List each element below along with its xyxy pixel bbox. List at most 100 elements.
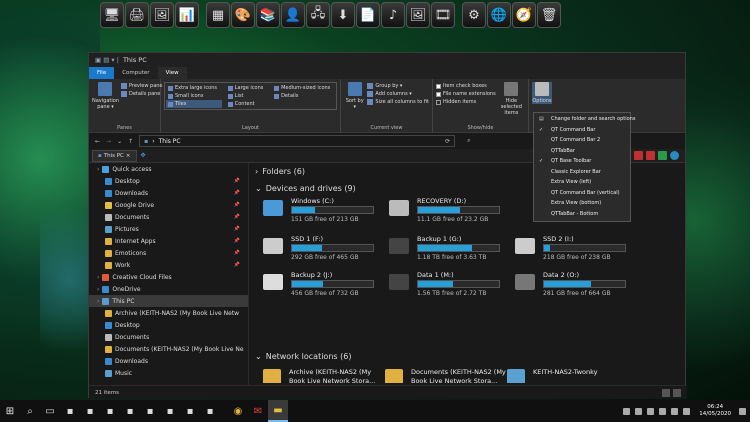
chevron-right-icon[interactable]: › bbox=[97, 286, 99, 293]
nav-item[interactable]: › Creative Cloud Files bbox=[89, 271, 248, 283]
chevron-right-icon[interactable]: › bbox=[97, 298, 99, 305]
layout-medium-icons[interactable]: Medium-sized icons bbox=[272, 84, 335, 92]
nav-item[interactable]: Downloads bbox=[89, 355, 248, 367]
nav-item[interactable]: Google Drive 📌 bbox=[89, 199, 248, 211]
drive-tile[interactable]: SSD 1 (F:) 292 GB free of 465 GB bbox=[263, 235, 383, 265]
app-icon-5[interactable]: ▪ bbox=[140, 400, 160, 422]
document-icon[interactable]: 📄 bbox=[356, 2, 380, 28]
volume-icon[interactable] bbox=[683, 407, 691, 415]
layout-tiles[interactable]: Tiles bbox=[166, 100, 222, 108]
nav-item[interactable]: Documents bbox=[89, 331, 248, 343]
archive-icon[interactable]: 📚 bbox=[256, 2, 280, 28]
devices-header[interactable]: ⌄ Devices and drives (9) bbox=[255, 184, 356, 193]
nav-item[interactable]: Downloads 📌 bbox=[89, 187, 248, 199]
gear-icon[interactable]: ⚙ bbox=[462, 2, 486, 28]
menu-item[interactable]: QT Command Bar 2 bbox=[534, 135, 630, 146]
pin-icon[interactable]: 📌 bbox=[234, 226, 240, 232]
details-pane-button[interactable]: Details pane bbox=[120, 90, 163, 98]
app-icon-6[interactable]: ▪ bbox=[160, 400, 180, 422]
checkmark-icon[interactable] bbox=[646, 151, 655, 160]
tray-icon[interactable] bbox=[647, 407, 655, 415]
file-extensions-toggle[interactable]: File name extensions bbox=[436, 90, 496, 98]
recent-dropdown-icon[interactable]: ⌄ bbox=[117, 138, 122, 145]
music-icon[interactable]: ♪ bbox=[381, 2, 405, 28]
tab-computer[interactable]: Computer bbox=[114, 67, 157, 79]
details-view-icon[interactable] bbox=[662, 388, 670, 397]
network-icon[interactable]: 🖧 bbox=[306, 2, 330, 28]
tab-view[interactable]: View bbox=[157, 67, 187, 79]
network-location[interactable]: Documents (KEITH-NAS2 (My Book Live Netwo… bbox=[385, 367, 515, 383]
drive-tile[interactable]: RECOVERY (D:) 11.1 GB free of 23.2 GB bbox=[389, 197, 509, 227]
drive-tile[interactable]: SSD 2 (I:) 218 GB free of 238 GB bbox=[515, 235, 635, 265]
photo-icon[interactable]: 🖼 bbox=[150, 2, 174, 28]
network-location[interactable]: Archive (KEITH-NAS2 (My Book Live Network… bbox=[263, 367, 393, 383]
size-columns-button[interactable]: Size all columns to fit bbox=[367, 98, 429, 106]
menu-item[interactable]: ✓ QT Base Toolbar bbox=[534, 156, 630, 167]
add-columns-button[interactable]: Add columns ▾ bbox=[367, 90, 429, 98]
mail-icon[interactable]: ✉ bbox=[248, 400, 268, 422]
globe-icon[interactable] bbox=[670, 151, 679, 160]
item-check-boxes-toggle[interactable]: Item check boxes bbox=[436, 82, 496, 90]
nav-item[interactable]: › This PC bbox=[89, 295, 248, 307]
new-tab-icon[interactable]: ✥ bbox=[141, 152, 146, 159]
pictures-icon[interactable]: 🖼 bbox=[406, 2, 430, 28]
paint-icon[interactable]: 🎨 bbox=[231, 2, 255, 28]
nav-item[interactable]: Desktop bbox=[89, 319, 248, 331]
drive-tile[interactable]: Backup 2 (J:) 456 GB free of 732 GB bbox=[263, 271, 383, 301]
layout-extra-large-icons[interactable]: Extra large icons bbox=[166, 84, 222, 92]
hidden-items-toggle[interactable]: Hidden items bbox=[436, 98, 496, 106]
tray-icon[interactable] bbox=[635, 407, 643, 415]
options-button[interactable]: Options bbox=[532, 82, 552, 104]
drive-tile[interactable]: Windows (C:) 151 GB free of 213 GB bbox=[263, 197, 383, 227]
menu-item[interactable]: QTTabBar bbox=[534, 146, 630, 157]
recycle-bin-icon[interactable]: 🗑 bbox=[537, 2, 561, 28]
layout-details[interactable]: Details bbox=[272, 92, 335, 100]
pin-icon[interactable]: 📌 bbox=[234, 250, 240, 256]
group-by-button[interactable]: Group by ▾ bbox=[367, 82, 429, 90]
layout-large-icons[interactable]: Large icons bbox=[226, 84, 268, 92]
app-icon-1[interactable]: ▪ bbox=[60, 400, 80, 422]
app-icon-8[interactable]: ▪ bbox=[200, 400, 220, 422]
menu-item[interactable]: QTTabBar - Bottom bbox=[534, 209, 630, 220]
layout-content[interactable]: Content bbox=[226, 100, 268, 108]
go-icon[interactable] bbox=[658, 151, 667, 160]
qt-tab-this-pc[interactable]: ▪ This PC × bbox=[92, 149, 137, 162]
calculator-icon[interactable]: ▦ bbox=[206, 2, 230, 28]
user-icon[interactable]: 👤 bbox=[281, 2, 305, 28]
chevron-right-icon[interactable]: › bbox=[97, 166, 99, 173]
pin-icon[interactable]: 📌 bbox=[234, 262, 240, 268]
menu-item[interactable]: QT Command Bar (vertical) bbox=[534, 188, 630, 199]
drive-tile[interactable]: Data 1 (M:) 1.56 TB free of 2.72 TB bbox=[389, 271, 509, 301]
pin-icon[interactable]: 📌 bbox=[234, 238, 240, 244]
task-view-icon[interactable]: ▭ bbox=[40, 400, 60, 422]
up-icon[interactable]: ↑ bbox=[128, 138, 133, 145]
printer-icon[interactable]: 🖨 bbox=[125, 2, 149, 28]
nav-item[interactable]: › Quick access bbox=[89, 163, 248, 175]
network-location[interactable]: KEITH-NAS2-Twonky bbox=[507, 367, 637, 383]
app-icon-3[interactable]: ▪ bbox=[100, 400, 120, 422]
layout-list[interactable]: List bbox=[226, 92, 268, 100]
monitor-icon[interactable]: 🖥 bbox=[100, 2, 124, 28]
quick-access-toolbar-icon[interactable]: ▣ ▤ ▾ | bbox=[95, 56, 119, 64]
address-bar[interactable]: ▪ › This PC ⟳ bbox=[139, 135, 456, 147]
app-icon-7[interactable]: ▪ bbox=[180, 400, 200, 422]
menu-item[interactable]: Extra View (bottom) bbox=[534, 198, 630, 209]
video-icon[interactable]: 🎞 bbox=[431, 2, 455, 28]
nav-item[interactable]: Documents (KEITH-NAS2 (My Book Live Ne bbox=[89, 343, 248, 355]
tiles-view-icon[interactable] bbox=[673, 388, 681, 397]
compass-icon[interactable]: 🧭 bbox=[512, 2, 536, 28]
app-icon-4[interactable]: ▪ bbox=[120, 400, 140, 422]
search-icon[interactable]: ⌕ bbox=[467, 137, 470, 145]
preview-pane-button[interactable]: Preview pane bbox=[120, 82, 163, 90]
drive-tile[interactable]: Backup 1 (G:) 1.18 TB free of 3.63 TB bbox=[389, 235, 509, 265]
clock[interactable]: 06:24 14/05/2020 bbox=[699, 404, 731, 418]
menu-item[interactable]: ▤ Change folder and search options bbox=[534, 114, 635, 125]
windows-start-icon[interactable]: ⊞ bbox=[0, 400, 20, 422]
folders-header[interactable]: › Folders (6) bbox=[255, 167, 305, 176]
title-bar[interactable]: ▣ ▤ ▾ | This PC bbox=[89, 53, 685, 67]
tray-icon[interactable] bbox=[671, 407, 679, 415]
layout-small-icons[interactable]: Small icons bbox=[166, 92, 222, 100]
display-settings-icon[interactable]: 📊 bbox=[175, 2, 199, 28]
pin-icon[interactable]: 📌 bbox=[234, 190, 240, 196]
pin-icon[interactable]: 📌 bbox=[234, 214, 240, 220]
